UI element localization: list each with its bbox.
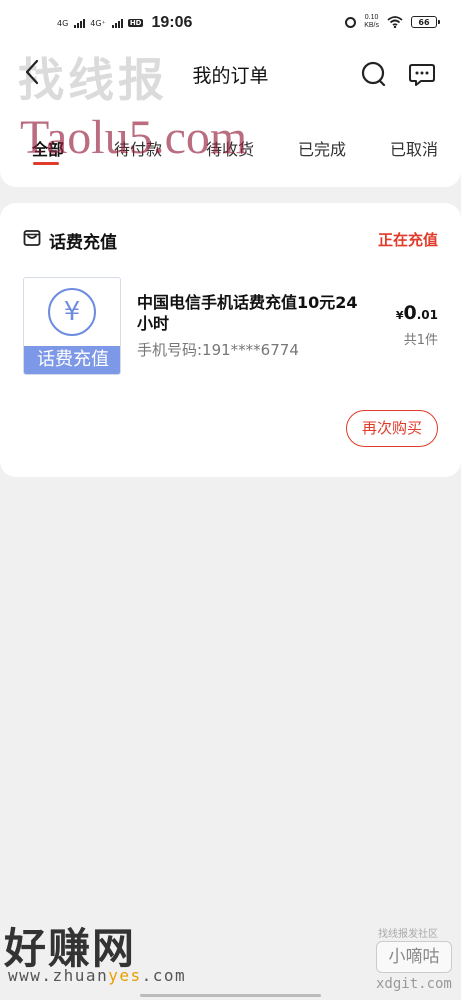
home-indicator[interactable] <box>140 994 321 997</box>
watermark-bottom-url: www.zhuanyes.com <box>8 966 186 985</box>
status-bar: 4G 4G⁺ HD 19:06 0.10 KB/s 66 <box>0 0 461 48</box>
status-right: 0.10 KB/s 66 <box>345 14 440 30</box>
hd-badge: HD <box>127 19 144 27</box>
network-speed-value: 0.10 <box>364 14 379 21</box>
message-button[interactable] <box>408 60 436 88</box>
price-currency: ¥ <box>395 309 404 322</box>
network-label-1: 4G <box>57 18 69 28</box>
shop-name: 话费充值 <box>49 233 117 253</box>
watermark-corner-small: 找线报发社区 <box>378 929 438 940</box>
yuan-icon: ¥ <box>48 288 96 336</box>
product-price: ¥0.01 <box>396 302 438 324</box>
product-name[interactable]: 中国电信手机话费充值10元24小时 <box>137 292 367 334</box>
signal-icon-1 <box>74 18 86 28</box>
rebuy-button[interactable]: 再次购买 <box>346 410 438 447</box>
page-title: 我的订单 <box>192 65 269 87</box>
watermark-url-part-a: www.zhuan <box>8 966 109 985</box>
network-speed: 0.10 KB/s <box>364 14 379 30</box>
shop-icon <box>23 230 41 246</box>
battery-indicator: 66 <box>411 16 440 28</box>
network-speed-unit: KB/s <box>364 22 379 29</box>
chat-bubble-icon <box>409 64 435 86</box>
order-status: 正在充值 <box>377 231 438 249</box>
status-time: 19:06 <box>151 14 193 31</box>
watermark-corner-url: xdgit.com <box>376 976 452 992</box>
status-left: 4G 4G⁺ HD 19:06 <box>57 14 192 32</box>
watermark-url-part-c: .com <box>141 966 187 985</box>
signal-icon-2 <box>111 18 123 28</box>
phone-number: 手机号码:191****6774 <box>137 341 299 359</box>
watermark-url-part-b: yes <box>108 966 142 985</box>
product-quantity: 共1件 <box>403 333 438 348</box>
price-decimal: .01 <box>416 308 438 322</box>
alarm-icon <box>345 16 357 28</box>
search-button[interactable] <box>360 60 388 88</box>
tab-cancelled[interactable]: 已取消 <box>390 136 438 160</box>
wifi-icon <box>387 16 403 28</box>
watermark-top-en: Taolu5.com <box>20 111 248 164</box>
network-label-2: 4G⁺ <box>90 18 106 28</box>
watermark-corner-box: 小嘀咕 <box>376 941 452 973</box>
tab-completed[interactable]: 已完成 <box>298 136 346 160</box>
product-thumbnail[interactable]: ¥ 话费充值 <box>23 277 121 375</box>
thumbnail-label: 话费充值 <box>24 346 120 374</box>
search-icon <box>361 61 386 87</box>
price-integer: 0 <box>403 302 417 324</box>
